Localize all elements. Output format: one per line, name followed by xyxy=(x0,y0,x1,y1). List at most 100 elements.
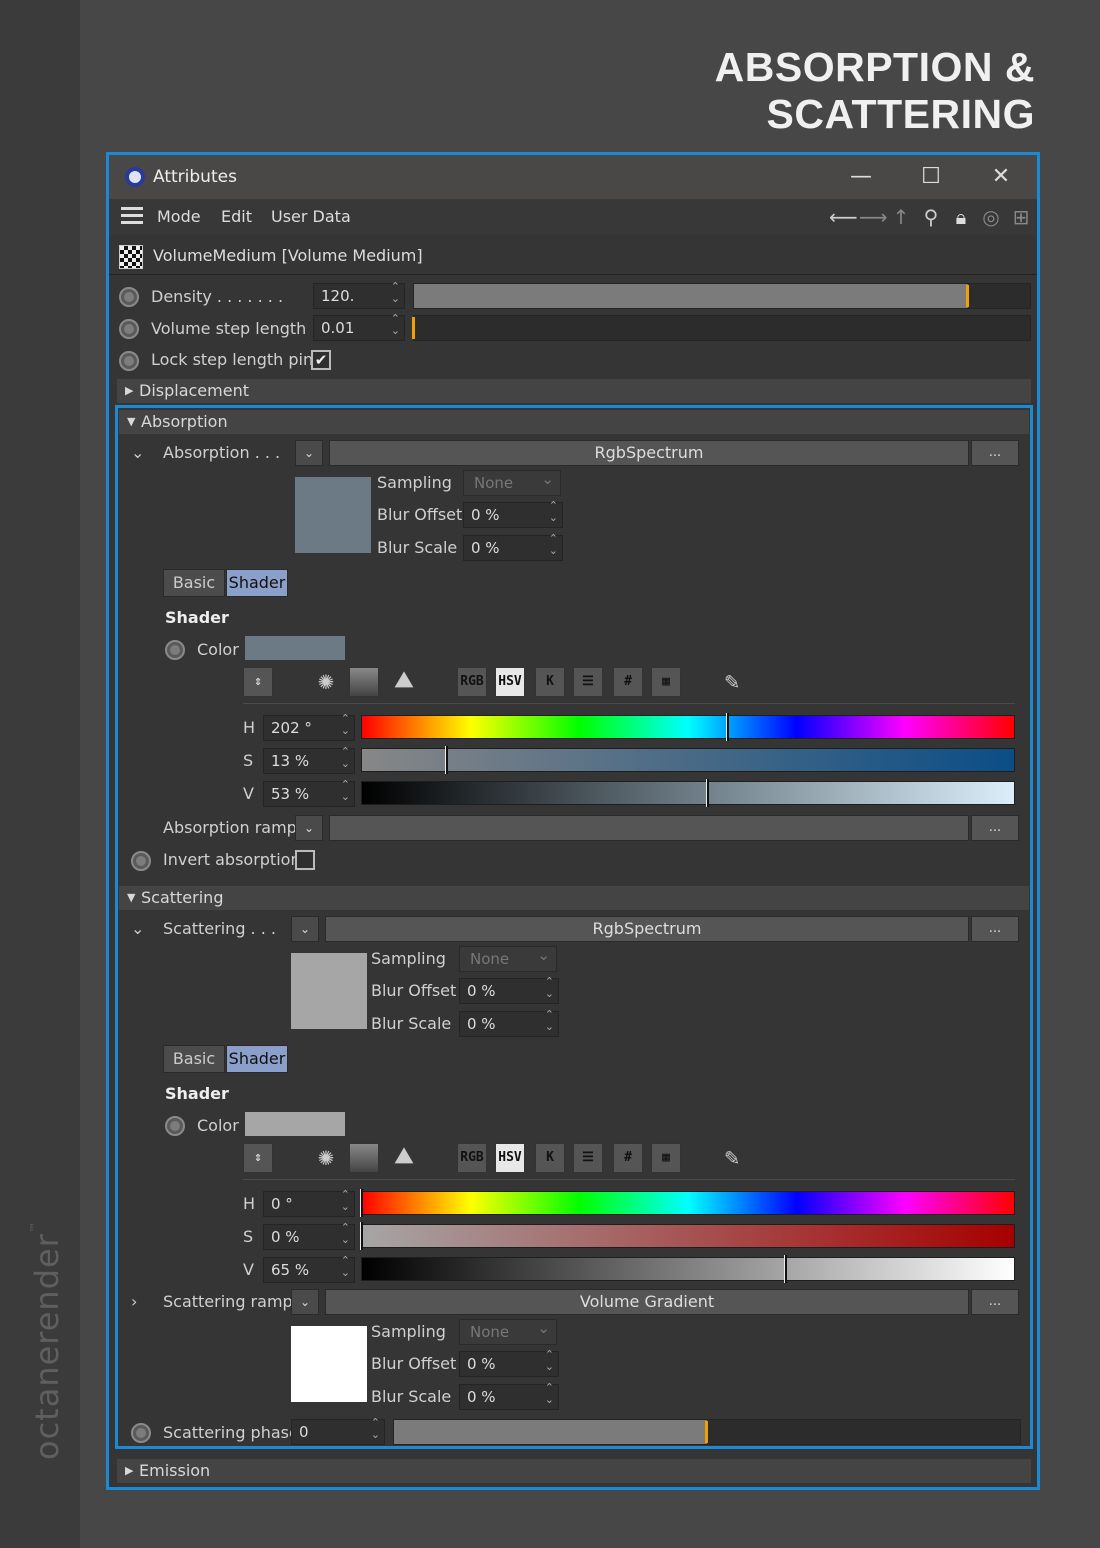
eyedropper-icon[interactable]: ✎ xyxy=(717,667,747,697)
spectrum-icon[interactable] xyxy=(349,1143,379,1173)
arrow-up-icon[interactable]: ↑ xyxy=(887,205,915,229)
menu-mode[interactable]: Mode xyxy=(157,207,201,226)
absorption-sampling-select[interactable]: None xyxy=(463,470,561,496)
lock-animate-radio[interactable] xyxy=(119,351,139,371)
spectrum-icon[interactable] xyxy=(349,667,379,697)
scattering-ramp-dropdown[interactable]: ⌄ xyxy=(291,1289,319,1315)
swatch-grid-icon[interactable]: ▦ xyxy=(651,1143,681,1173)
scattering-color-animate-radio[interactable] xyxy=(165,1116,185,1136)
mixer-icon[interactable]: ☰ xyxy=(573,667,603,697)
scattering-texture-button[interactable]: RgbSpectrum xyxy=(325,916,969,942)
abs-value-slider[interactable] xyxy=(361,779,1015,807)
step-slider-handle[interactable] xyxy=(412,317,415,339)
hex-mode-button[interactable]: # xyxy=(613,1143,643,1173)
compact-view-icon[interactable]: ⇕ xyxy=(243,1143,273,1173)
scattering-dropdown[interactable]: ⌄ xyxy=(291,916,319,942)
abs-h-input[interactable]: 202 ° xyxy=(263,713,355,741)
color-wheel-icon[interactable]: ✺ xyxy=(311,1143,341,1173)
target-icon[interactable]: ◎ xyxy=(977,205,1005,229)
step-animate-radio[interactable] xyxy=(119,319,139,339)
section-displacement[interactable]: Displacement xyxy=(117,379,1031,403)
scattering-phase-handle[interactable] xyxy=(705,1421,708,1443)
arrow-right-icon[interactable]: ⟶ xyxy=(859,205,888,229)
lock-checkbox[interactable]: ✔ xyxy=(311,350,331,370)
absorption-texture-button[interactable]: RgbSpectrum xyxy=(329,440,969,466)
abs-v-input[interactable]: 53 % xyxy=(263,779,355,807)
lock-icon[interactable]: 🔒︎ xyxy=(947,205,975,229)
density-animate-radio[interactable] xyxy=(119,287,139,307)
section-scattering[interactable]: Scattering xyxy=(119,886,1029,910)
arrow-left-icon[interactable]: ⟵ xyxy=(829,205,858,229)
scattering-phase-slider[interactable] xyxy=(393,1419,1021,1445)
density-slider-handle[interactable] xyxy=(966,285,970,307)
sca-hue-handle[interactable] xyxy=(360,1189,363,1217)
scattering-ramp-button[interactable]: Volume Gradient xyxy=(325,1289,969,1315)
scattering-blur-offset-input[interactable]: 0 % xyxy=(459,976,559,1004)
scattering-ramp-more-button[interactable]: ... xyxy=(971,1289,1019,1315)
sca-h-input[interactable]: 0 ° xyxy=(263,1189,355,1217)
scattering-color-swatch[interactable] xyxy=(245,1112,345,1136)
abs-hue-handle[interactable] xyxy=(725,713,729,741)
abs-saturation-handle[interactable] xyxy=(444,746,448,774)
absorption-collapse-icon[interactable]: ⌄ xyxy=(131,443,144,462)
hamburger-menu-icon[interactable] xyxy=(121,207,143,225)
swatch-grid-icon[interactable]: ▦ xyxy=(651,667,681,697)
image-picker-icon[interactable]: ⛰ xyxy=(389,667,419,697)
scattering-collapse-icon[interactable]: ⌄ xyxy=(131,919,144,938)
scattering-tab-basic[interactable]: Basic xyxy=(163,1045,225,1073)
abs-value-handle[interactable] xyxy=(705,779,709,807)
scattering-tab-shader[interactable]: Shader xyxy=(226,1045,288,1073)
minimize-button[interactable]: — xyxy=(839,161,883,193)
sca-saturation-handle[interactable] xyxy=(360,1222,363,1250)
absorption-color-animate-radio[interactable] xyxy=(165,640,185,660)
hsv-mode-button[interactable]: HSV xyxy=(495,667,525,697)
ramp-blur-scale-input[interactable]: 0 % xyxy=(459,1382,559,1410)
abs-saturation-slider[interactable] xyxy=(361,746,1015,774)
absorption-ramp-dropdown[interactable]: ⌄ xyxy=(295,815,323,841)
sca-value-slider[interactable] xyxy=(361,1255,1015,1283)
ramp-sampling-select[interactable]: None xyxy=(459,1319,557,1345)
menu-edit[interactable]: Edit xyxy=(221,207,252,226)
image-picker-icon[interactable]: ⛰ xyxy=(389,1143,419,1173)
absorption-blur-scale-input[interactable]: 0 % xyxy=(463,533,563,561)
abs-s-input[interactable]: 13 % xyxy=(263,746,355,774)
absorption-color-swatch[interactable] xyxy=(245,636,345,660)
mixer-icon[interactable]: ☰ xyxy=(573,1143,603,1173)
absorption-tab-shader[interactable]: Shader xyxy=(226,569,288,597)
absorption-more-button[interactable]: ... xyxy=(971,440,1019,466)
search-icon[interactable]: ⚲ xyxy=(917,205,945,229)
invert-absorption-animate-radio[interactable] xyxy=(131,851,151,871)
compact-view-icon[interactable]: ⇕ xyxy=(243,667,273,697)
new-window-icon[interactable]: ⊞ xyxy=(1007,205,1035,229)
section-emission[interactable]: Emission xyxy=(117,1459,1031,1483)
kelvin-mode-button[interactable]: K xyxy=(535,1143,565,1173)
sca-hue-slider[interactable] xyxy=(360,1189,1015,1217)
density-slider[interactable] xyxy=(413,283,1031,309)
kelvin-mode-button[interactable]: K xyxy=(535,667,565,697)
hex-mode-button[interactable]: # xyxy=(613,667,643,697)
scattering-phase-input[interactable]: 0 xyxy=(291,1417,385,1445)
absorption-dropdown[interactable]: ⌄ xyxy=(295,440,323,466)
menu-user-data[interactable]: User Data xyxy=(271,207,351,226)
absorption-blur-offset-input[interactable]: 0 % xyxy=(463,500,563,528)
sca-s-input[interactable]: 0 % xyxy=(263,1222,355,1250)
abs-hue-slider[interactable] xyxy=(361,713,1015,741)
color-wheel-icon[interactable]: ✺ xyxy=(311,667,341,697)
hsv-mode-button[interactable]: HSV xyxy=(495,1143,525,1173)
step-slider[interactable] xyxy=(412,315,1031,341)
absorption-ramp-button[interactable] xyxy=(329,815,969,841)
window-titlebar[interactable]: Attributes — ☐ ✕ xyxy=(109,155,1037,199)
sca-value-handle[interactable] xyxy=(783,1255,787,1283)
scattering-sampling-select[interactable]: None xyxy=(459,946,557,972)
rgb-mode-button[interactable]: RGB xyxy=(457,1143,487,1173)
absorption-tab-basic[interactable]: Basic xyxy=(163,569,225,597)
rgb-mode-button[interactable]: RGB xyxy=(457,667,487,697)
invert-absorption-checkbox[interactable] xyxy=(295,850,315,870)
scattering-phase-animate-radio[interactable] xyxy=(131,1423,151,1443)
density-input[interactable]: 120. xyxy=(313,281,405,309)
eyedropper-icon[interactable]: ✎ xyxy=(717,1143,747,1173)
scattering-blur-scale-input[interactable]: 0 % xyxy=(459,1009,559,1037)
sca-v-input[interactable]: 65 % xyxy=(263,1255,355,1283)
section-absorption[interactable]: Absorption xyxy=(119,410,1029,434)
step-input[interactable]: 0.01 xyxy=(313,313,405,341)
